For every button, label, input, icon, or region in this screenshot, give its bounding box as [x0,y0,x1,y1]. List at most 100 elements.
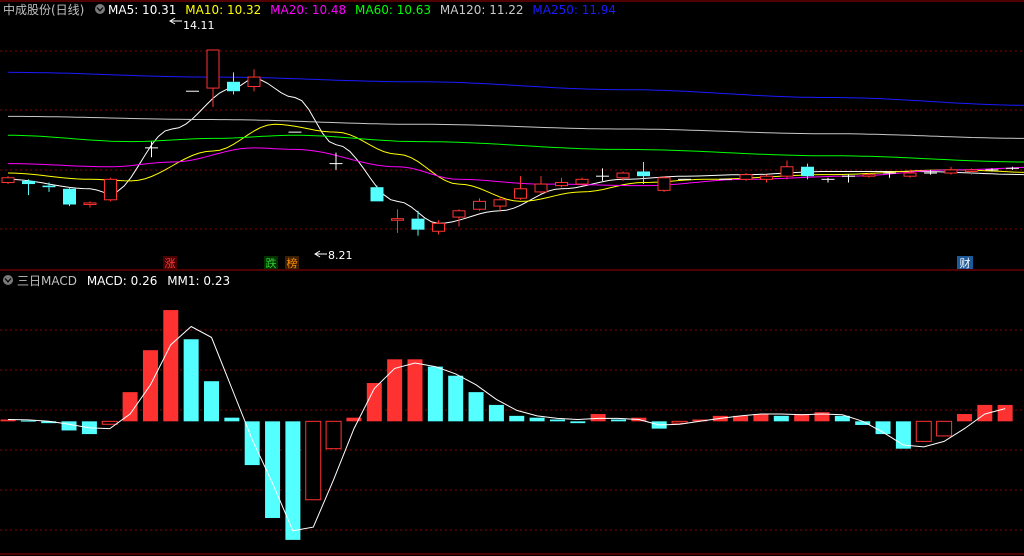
macd-bar [671,420,688,424]
candle [1,176,15,185]
candle-body [391,218,404,221]
candle-body [801,166,814,177]
macd-bar [915,420,932,442]
candle-body [247,76,261,88]
candle-body [452,210,466,218]
candle-body [227,81,240,92]
macd-bar [101,420,118,425]
candle-body [22,180,35,185]
badge-bang-text: 榜 [287,256,298,270]
indicator-name: 三日MACD [17,274,77,288]
candle [83,201,97,208]
candle-body [514,188,527,199]
candle-body [206,49,220,89]
indicator-settings-icon[interactable] [3,275,13,285]
candle-body [83,202,97,206]
candle [637,162,650,185]
macd-bar [936,420,953,437]
candle [329,152,343,170]
main-legend: 中成股份(日线) [3,2,84,17]
badge-cai[interactable]: 财 [957,256,973,270]
macd-bar [488,404,504,422]
candle-body [104,178,117,201]
macd-bar [468,392,484,422]
candle [63,187,76,207]
badge-die-text: 跌 [266,256,277,270]
candle [534,176,548,194]
ma-legend: MA5: 10.31 MA10: 10.32 MA20: 10.48 MA60:… [108,3,616,17]
ma-line-ma120 [8,115,1024,139]
candle [944,166,958,175]
candle-body [616,172,630,179]
candlestick-series [1,49,1019,236]
candle-body [575,178,589,185]
candle [247,69,261,92]
badge-die[interactable]: 跌 [264,256,278,270]
macd-bar [997,404,1013,422]
ma10-legend: MA10: 10.32 [185,3,261,17]
macd-bar [224,417,240,422]
candle [104,177,117,202]
candle [842,174,855,183]
ma250-legend: MA250: 11.94 [532,3,616,17]
candle-body [63,188,76,205]
macd-bar [529,417,545,422]
candle [596,168,609,181]
candle [514,176,527,200]
ma-line-ma60 [8,134,1024,163]
candle [370,185,384,202]
macd-bar [549,419,565,422]
candle-body [637,171,650,177]
candle [42,182,56,192]
stock-title: 中成股份(日线) [3,2,84,17]
candle [452,209,466,227]
ma-line-ma5 [7,78,1024,224]
candle-body [534,183,548,193]
candle [780,160,794,180]
badge-bang[interactable]: 榜 [285,256,299,270]
candle [657,176,671,192]
candle [22,179,35,196]
candle-body [903,172,917,177]
macd-bar [244,421,260,466]
candle [739,173,753,181]
candle-body [473,200,486,210]
candle-body [555,181,568,187]
ma5-legend: MA5: 10.31 [108,3,176,17]
candle [227,72,240,95]
grid-lines [0,50,1024,531]
candle-body [1,177,15,183]
ma120-legend: MA120: 11.22 [440,3,524,17]
candle-body [432,222,445,232]
mm1-value: MM1: 0.23 [167,274,230,288]
candle [145,141,158,158]
badge-zhang-text: 涨 [165,257,176,270]
settings-dropdown-icon[interactable] [95,4,105,14]
macd-bar [265,421,281,518]
stock-chart-window: 14.11 8.21 涨 跌 榜 财 中成股份(日线) MA5: 10.31 M… [0,0,1024,556]
high-price-label: 14.11 [183,19,215,32]
macd-bar [285,421,301,540]
candle [821,177,835,183]
candle [575,177,589,186]
macd-bar [305,420,322,501]
macd-bar [590,414,606,422]
macd-histogram [0,310,1013,540]
ma-line-ma250 [7,71,1024,106]
macd-bar [61,421,77,431]
macd-bar [570,421,586,424]
high-marker: 14.11 [169,17,215,32]
candle-body [42,185,56,188]
macd-bar [753,414,769,422]
candle [473,198,486,211]
macd-bar [183,339,199,422]
candle-body [370,187,384,202]
chart-canvas[interactable]: 14.11 8.21 涨 跌 榜 财 中成股份(日线) MA5: 10.31 M… [0,0,1024,556]
indicator-legend: 三日MACD MACD: 0.26 MM1: 0.23 [17,274,230,288]
candle [760,174,773,183]
badge-cai-text: 财 [960,256,971,270]
candle-body [739,174,753,180]
macd-bar [509,415,525,422]
low-price-label: 8.21 [328,249,353,262]
badge-zhang[interactable]: 涨 [163,256,177,270]
